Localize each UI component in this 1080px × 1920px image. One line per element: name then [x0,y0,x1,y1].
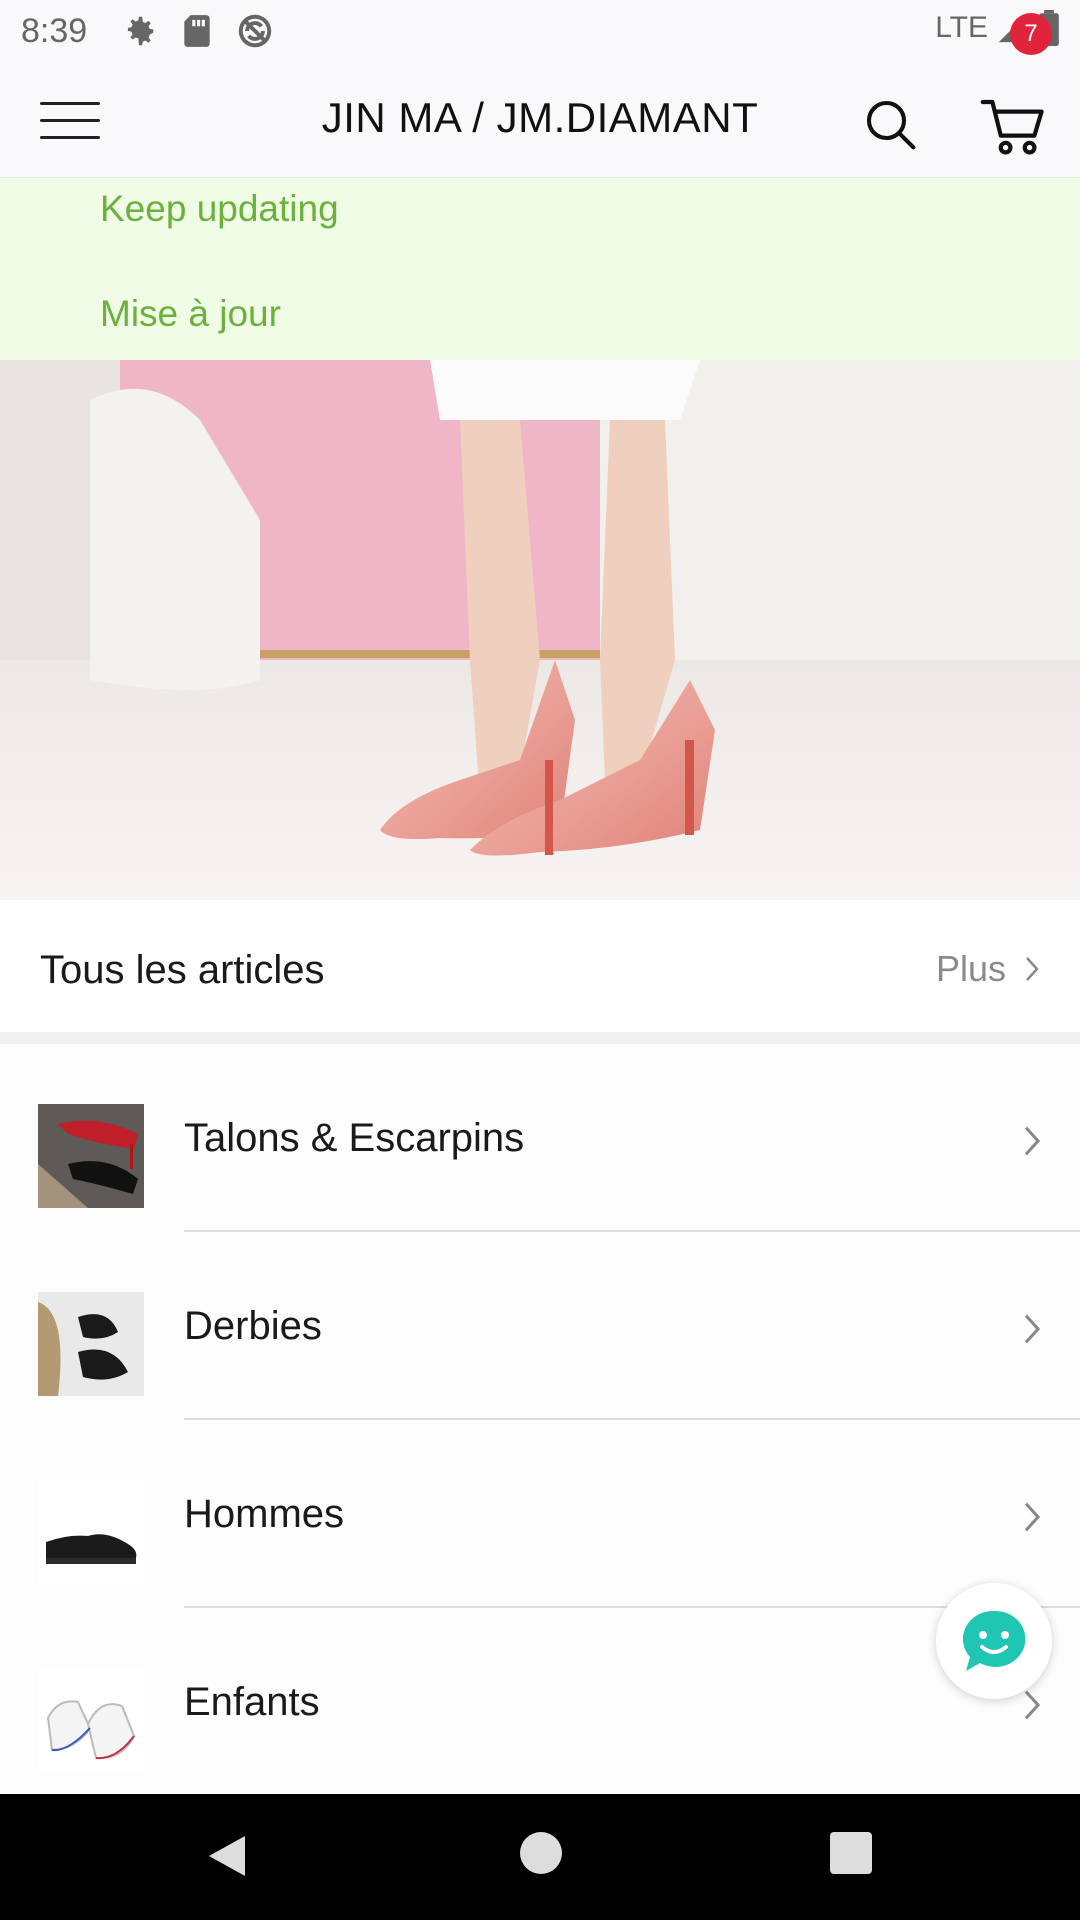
cart-icon[interactable] [978,90,1050,162]
more-link[interactable]: Plus [936,948,1040,990]
status-time: 8:39 [21,12,88,50]
notice-line-1: Keep updating [100,188,339,229]
status-icons [120,12,274,50]
chevron-right-icon [1024,1502,1041,1532]
sync-icon [238,14,272,48]
home-icon[interactable] [520,1832,562,1874]
chevron-right-icon [1026,957,1039,981]
section-title: Tous les articles [40,948,325,992]
search-icon[interactable] [862,96,918,152]
category-item-derbies[interactable]: Derbies [0,1232,1080,1420]
status-bar: 8:39 LTE [0,0,1080,62]
more-label: Plus [935,948,1006,989]
category-list: Talons & Escarpins Derbies Hommes Enfant… [0,1044,1080,1796]
section-divider [0,1032,1080,1044]
chevron-right-icon [1024,1126,1041,1156]
heels-thumbnail [38,1104,144,1208]
cart-count-badge: 7 [1010,13,1052,55]
app-header: JIN MA / JM.DIAMANT [0,62,1080,178]
notice-line-2: Mise à jour [100,293,281,334]
recent-apps-icon[interactable] [830,1832,872,1874]
page-title: JIN MA / JM.DIAMANT [321,94,759,141]
chat-bubble-icon [962,1610,1026,1671]
category-label: Hommes [184,1492,345,1536]
category-item-heels[interactable]: Talons & Escarpins [0,1044,1080,1232]
all-articles-header: Tous les articles Plus [0,900,1080,1032]
hero-banner-image[interactable] [0,360,1080,900]
derbies-thumbnail [38,1292,144,1396]
sd-card-icon [184,15,210,47]
category-label: Derbies [184,1304,322,1348]
system-navigation-bar [0,1794,1080,1920]
men-sneaker-thumbnail [38,1480,144,1584]
category-label: Enfants [184,1680,320,1724]
gear-icon [127,16,154,46]
chevron-right-icon [1024,1314,1041,1344]
category-item-men[interactable]: Hommes [0,1420,1080,1608]
back-icon[interactable] [205,1832,249,1880]
category-label: Talons & Escarpins [184,1116,525,1160]
network-label: LTE [935,11,988,44]
kids-sneaker-thumbnail [38,1668,144,1772]
category-item-kids[interactable]: Enfants [0,1608,1080,1796]
chat-support-button[interactable] [936,1583,1052,1699]
